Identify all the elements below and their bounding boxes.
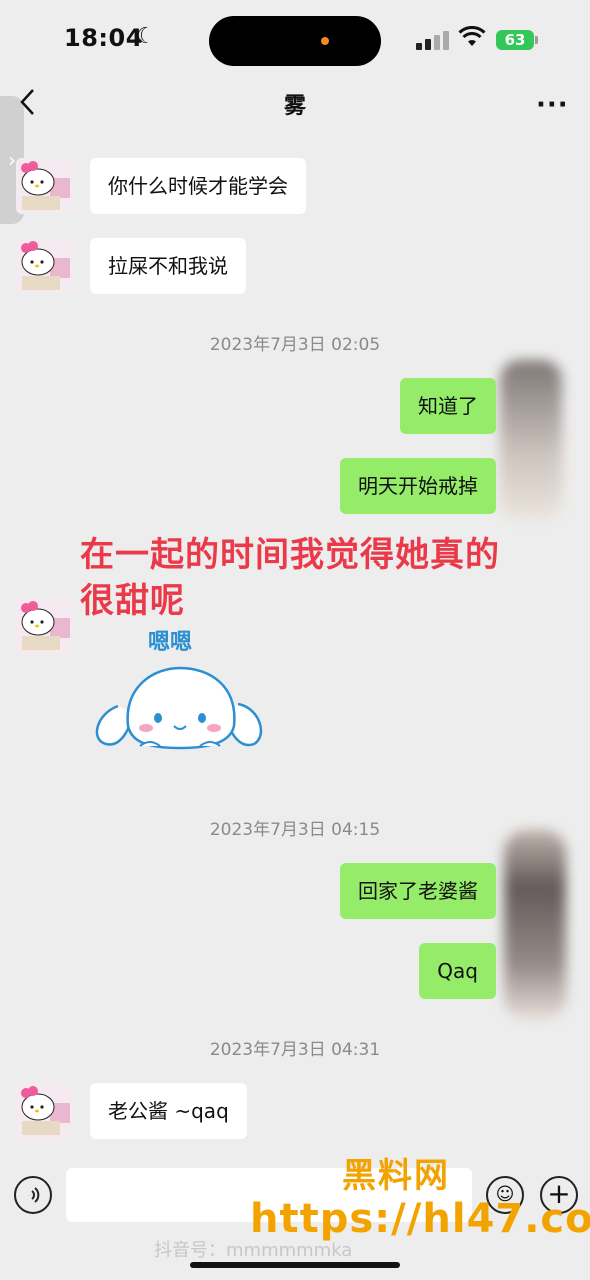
moon-icon: ☾ — [136, 24, 156, 49]
dynamic-island — [209, 16, 381, 66]
message-bubble-incoming[interactable]: 老公酱 ~qaq — [90, 1083, 247, 1139]
avatar[interactable] — [16, 1083, 72, 1139]
message-bubble-incoming[interactable]: 你什么时候才能学会 — [90, 158, 306, 214]
chat-title: 雾 — [283, 94, 306, 119]
recording-indicator-icon — [321, 37, 329, 45]
battery-level: 63 — [496, 30, 534, 50]
message-bubble-incoming[interactable]: 拉屎不和我说 — [90, 238, 246, 294]
message-bubble-outgoing[interactable]: 知道了 — [400, 378, 496, 434]
sticker-text: 嗯嗯 — [148, 630, 193, 655]
message-bubble-outgoing[interactable]: Qaq — [419, 943, 496, 999]
message-bubble-outgoing[interactable]: 回家了老婆酱 — [340, 863, 496, 919]
wifi-icon — [458, 25, 486, 54]
avatar[interactable] — [504, 830, 566, 1020]
overlay-caption: 在一起的时间我觉得她真的很甜呢 — [80, 535, 500, 621]
avatar[interactable] — [16, 238, 72, 294]
watermark-site: 黑料网 — [342, 1156, 450, 1196]
timestamp: 2023年7月3日 04:31 — [209, 1040, 381, 1060]
home-indicator[interactable] — [190, 1262, 400, 1268]
battery-tip — [535, 36, 538, 44]
cellular-signal-icon — [416, 30, 450, 50]
status-time: 18:04 — [64, 24, 143, 52]
more-icon[interactable]: ··· — [536, 90, 569, 120]
timestamp: 2023年7月3日 02:05 — [209, 335, 381, 355]
avatar[interactable] — [500, 360, 562, 520]
status-bar: 18:04 ☾ 63 — [0, 0, 590, 80]
voice-icon[interactable] — [14, 1176, 52, 1214]
avatar[interactable] — [16, 158, 72, 214]
message-bubble-outgoing[interactable]: 明天开始戒掉 — [340, 458, 496, 514]
timestamp: 2023年7月3日 04:15 — [209, 820, 381, 840]
avatar[interactable] — [16, 598, 72, 654]
watermark-tiktok: 抖音号：mmmmmmka — [154, 1240, 353, 1261]
cinnamoroll-sticker[interactable]: 嗯嗯 — [88, 620, 272, 758]
